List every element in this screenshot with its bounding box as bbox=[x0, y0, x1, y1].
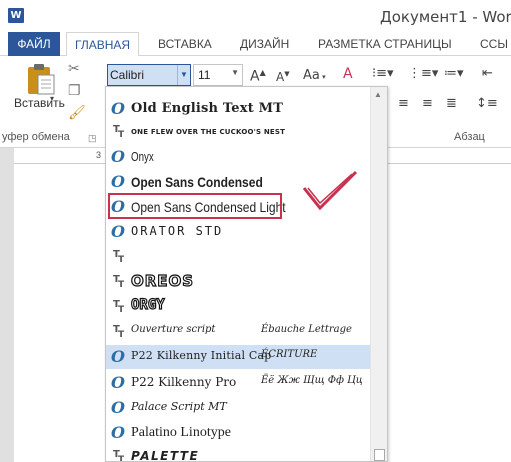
font-name: ORGY bbox=[130, 296, 165, 313]
font-name: Old English Text MT bbox=[131, 101, 284, 116]
font-list-item[interactable]: T T Ouverture script Ébauche Lettrage bbox=[106, 320, 372, 344]
copy-icon[interactable]: ❐ bbox=[68, 82, 81, 99]
font-list-item[interactable]: O Palace Script MT bbox=[106, 396, 372, 420]
font-list-item[interactable]: TT bbox=[106, 245, 372, 269]
font-size-value[interactable]: 11 bbox=[198, 68, 210, 82]
font-name-dropdown-button[interactable]: ▼ bbox=[177, 65, 190, 85]
font-name: Ouverture script bbox=[131, 324, 216, 335]
ruler-number: 3 bbox=[96, 150, 102, 160]
scroll-thumb[interactable] bbox=[374, 449, 385, 461]
truetype-icon: TT bbox=[113, 449, 125, 462]
font-name: P22 Kilkenny Initial Cap bbox=[131, 349, 272, 362]
opentype-icon: O bbox=[111, 147, 125, 166]
opentype-icon: O bbox=[111, 172, 125, 191]
font-name: OREOS bbox=[130, 271, 195, 290]
tab-home[interactable]: ГЛАВНАЯ bbox=[66, 32, 140, 57]
numbering-icon[interactable]: ⋮≡▾ bbox=[408, 66, 438, 81]
font-name: Onyx bbox=[131, 149, 154, 164]
font-name-combobox[interactable]: ▼ bbox=[107, 64, 191, 86]
line-spacing-icon[interactable]: ↕≡ bbox=[476, 96, 498, 111]
title-bar: W Документ1 - Word bbox=[0, 0, 511, 32]
font-list-item[interactable]: O Palatino Linotype bbox=[106, 421, 372, 445]
change-case-icon[interactable]: Aa ▾ bbox=[303, 68, 326, 83]
font-list-item[interactable]: T T ONE FLEW OVER THE CUCKOO'S NEST bbox=[106, 120, 372, 144]
cut-icon[interactable]: ✂ bbox=[68, 60, 80, 77]
opentype-icon: O bbox=[111, 347, 125, 366]
font-list-item[interactable]: O ORATOR STD bbox=[106, 220, 372, 244]
font-name: ONE FLEW OVER THE CUCKOO'S NEST bbox=[131, 128, 286, 136]
format-painter-icon[interactable]: 🖌 bbox=[68, 104, 86, 121]
font-name: Palatino Linotype bbox=[131, 425, 231, 440]
dropdown-scrollbar[interactable]: ▲ bbox=[370, 87, 387, 461]
shrink-font-icon[interactable]: A▼ bbox=[276, 70, 290, 84]
font-list-item[interactable]: T T ORGY bbox=[106, 295, 372, 319]
paragraph-group-label: Абзац bbox=[454, 131, 485, 143]
font-name: ORATOR STD bbox=[131, 224, 224, 238]
word-icon[interactable]: W bbox=[8, 8, 24, 23]
ribbon-tabs: ФАЙЛ ГЛАВНАЯ ВСТАВКА ДИЗАЙН РАЗМЕТКА СТР… bbox=[0, 32, 511, 57]
paste-icon[interactable] bbox=[26, 62, 56, 96]
multilevel-list-icon[interactable]: ≔▾ bbox=[444, 66, 464, 81]
checkmark-icon bbox=[302, 170, 358, 211]
paste-dropdown-icon[interactable]: ▾ bbox=[50, 94, 54, 103]
paste-button[interactable]: Вставить bbox=[14, 96, 65, 110]
window-title: Документ1 - Word bbox=[380, 8, 511, 26]
vertical-ruler[interactable] bbox=[0, 148, 14, 462]
tab-layout[interactable]: РАЗМЕТКА СТРАНИЦЫ bbox=[310, 32, 460, 56]
font-name: P22 Kilkenny Pro bbox=[131, 375, 237, 389]
font-list-item[interactable]: T T OREOS bbox=[106, 270, 372, 294]
opentype-icon: O bbox=[111, 99, 125, 118]
align-right-icon[interactable]: ≡ bbox=[422, 96, 433, 111]
font-sample: ÉCRITURE bbox=[261, 349, 318, 360]
font-dropdown-list[interactable]: O Old English Text MT T T ONE FLEW OVER THE … bbox=[105, 86, 388, 462]
scroll-up-icon[interactable]: ▲ bbox=[374, 90, 382, 99]
justify-icon[interactable]: ≣ bbox=[446, 96, 457, 111]
opentype-icon: O bbox=[111, 373, 125, 392]
opentype-icon: O bbox=[111, 398, 125, 417]
truetype-icon: TT bbox=[113, 249, 125, 265]
font-list-item[interactable]: T T PALETTE bbox=[106, 445, 372, 462]
tab-design[interactable]: ДИЗАЙН bbox=[232, 32, 297, 56]
bullets-icon[interactable]: ⁝≡▾ bbox=[372, 66, 394, 81]
font-name: Open Sans Condensed bbox=[131, 174, 263, 190]
tab-references[interactable]: ССЫ bbox=[472, 32, 511, 56]
decrease-indent-icon[interactable]: ⇤ bbox=[482, 66, 493, 81]
tab-file[interactable]: ФАЙЛ bbox=[8, 32, 60, 56]
font-name: PALETTE bbox=[131, 449, 200, 462]
font-list-item[interactable]: O P22 Kilkenny Pro Ёё Жж Щщ Фф Цц bbox=[106, 371, 372, 395]
font-sample: Ébauche Lettrage bbox=[261, 324, 352, 335]
font-sample: Ёё Жж Щщ Фф Цц bbox=[261, 375, 363, 386]
font-size-combobox[interactable]: 11 ▼ bbox=[193, 64, 243, 86]
font-name-input[interactable] bbox=[108, 65, 178, 85]
truetype-icon: TT bbox=[113, 299, 125, 315]
font-list-item[interactable]: O P22 Kilkenny Initial Cap ÉCRITURE bbox=[106, 345, 372, 369]
clipboard-launcher-icon[interactable]: ◳ bbox=[88, 133, 97, 144]
truetype-icon: TT bbox=[113, 324, 125, 340]
align-center-icon[interactable]: ≡ bbox=[398, 96, 409, 111]
opentype-icon: O bbox=[111, 423, 125, 442]
grow-font-icon[interactable]: A▲ bbox=[250, 68, 266, 85]
tab-insert[interactable]: ВСТАВКА bbox=[150, 32, 220, 56]
chevron-down-icon[interactable]: ▼ bbox=[231, 68, 239, 77]
selection-highlight-box bbox=[108, 193, 282, 219]
clear-formatting-icon[interactable]: A bbox=[343, 66, 353, 82]
truetype-icon: TT bbox=[113, 124, 125, 140]
font-name: Palace Script MT bbox=[131, 400, 227, 413]
font-list-item[interactable]: O Old English Text MT bbox=[106, 97, 372, 121]
truetype-icon: TT bbox=[113, 274, 125, 290]
opentype-icon: O bbox=[111, 222, 125, 241]
clipboard-group-label: уфер обмена bbox=[2, 131, 70, 143]
